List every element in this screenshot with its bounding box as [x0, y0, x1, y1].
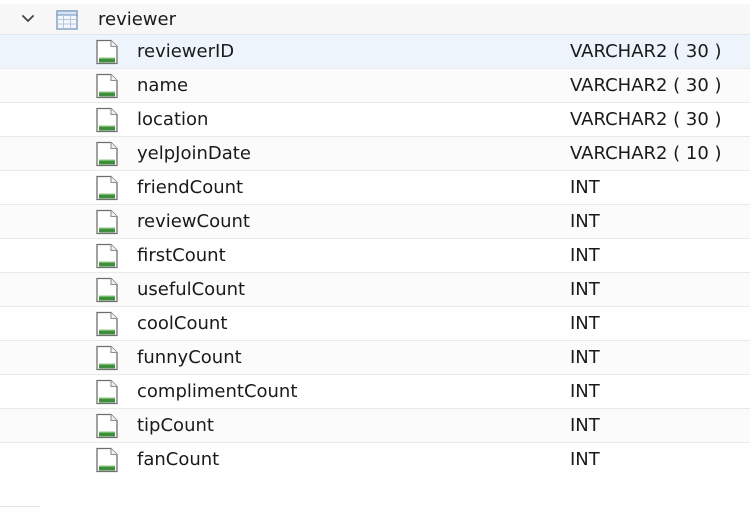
column-row[interactable]: firstCount INT	[0, 238, 750, 272]
table-icon	[56, 10, 78, 30]
column-name: tipCount	[137, 415, 214, 436]
column-row[interactable]: name VARCHAR2 ( 30 )	[0, 68, 750, 102]
column-icon	[96, 73, 118, 99]
column-row[interactable]: funnyCount INT	[0, 340, 750, 374]
column-type: VARCHAR2 ( 30 )	[570, 41, 722, 62]
column-name: yelpJoinDate	[137, 143, 251, 164]
column-type: INT	[570, 415, 600, 436]
column-row[interactable]: location VARCHAR2 ( 30 )	[0, 102, 750, 136]
column-icon	[96, 447, 118, 473]
column-icon	[96, 311, 118, 337]
column-icon	[96, 107, 118, 133]
column-row[interactable]: friendCount INT	[0, 170, 750, 204]
column-row[interactable]: fanCount INT	[0, 442, 750, 476]
table-name-label: reviewer	[98, 9, 177, 30]
column-type: INT	[570, 381, 600, 402]
column-type: VARCHAR2 ( 30 )	[570, 75, 722, 96]
column-name: friendCount	[137, 177, 244, 198]
column-name: funnyCount	[137, 347, 242, 368]
column-row[interactable]: coolCount INT	[0, 306, 750, 340]
column-type: INT	[570, 313, 600, 334]
column-icon	[96, 209, 118, 235]
tree-node-reviewer[interactable]: reviewer	[0, 4, 750, 34]
column-row[interactable]: usefulCount INT	[0, 272, 750, 306]
chevron-down-icon[interactable]	[22, 13, 34, 25]
column-name: complimentCount	[137, 381, 298, 402]
column-type: INT	[570, 211, 600, 232]
column-type: INT	[570, 347, 600, 368]
column-type: INT	[570, 245, 600, 266]
column-list: reviewerID VARCHAR2 ( 30 ) name VARCHAR2 (…	[0, 34, 750, 476]
column-name: firstCount	[137, 245, 226, 266]
column-icon	[96, 141, 118, 167]
column-row[interactable]: tipCount INT	[0, 408, 750, 442]
column-icon	[96, 345, 118, 371]
column-name: coolCount	[137, 313, 228, 334]
column-name: usefulCount	[137, 279, 246, 300]
column-type: INT	[570, 177, 600, 198]
tree-divider	[0, 506, 40, 507]
column-icon	[96, 243, 118, 269]
column-row[interactable]: reviewerID VARCHAR2 ( 30 )	[0, 34, 750, 68]
column-name: name	[137, 75, 189, 96]
column-icon	[96, 175, 118, 201]
schema-tree: reviewer reviewerID VARCHAR2 ( 30 ) name V…	[0, 0, 750, 512]
column-row[interactable]: reviewCount INT	[0, 204, 750, 238]
column-row[interactable]: complimentCount INT	[0, 374, 750, 408]
column-type: VARCHAR2 ( 10 )	[570, 143, 722, 164]
column-row[interactable]: yelpJoinDate VARCHAR2 ( 10 )	[0, 136, 750, 170]
column-icon	[96, 39, 118, 65]
column-name: reviewerID	[137, 41, 235, 62]
column-name: location	[137, 109, 209, 130]
column-name: reviewCount	[137, 211, 250, 232]
column-type: INT	[570, 449, 600, 470]
column-type: VARCHAR2 ( 30 )	[570, 109, 722, 130]
column-name: fanCount	[137, 449, 220, 470]
column-icon	[96, 379, 118, 405]
column-icon	[96, 277, 118, 303]
column-icon	[96, 413, 118, 439]
column-type: INT	[570, 279, 600, 300]
